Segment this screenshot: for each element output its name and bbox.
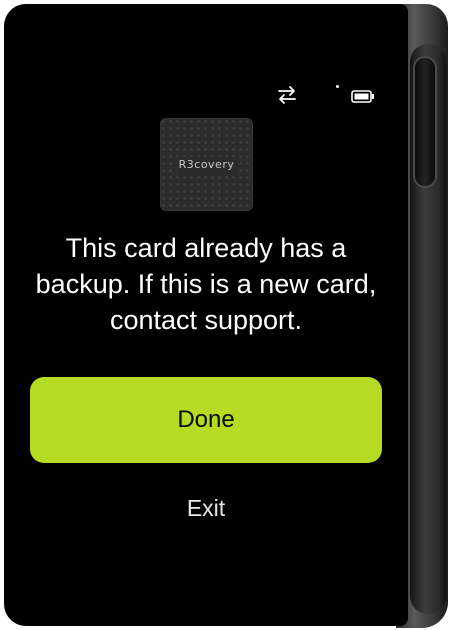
backup-exists-message: This card already has a backup. If this … [35, 233, 377, 335]
status-bar [4, 82, 408, 112]
transfer-arrows-icon [276, 84, 298, 106]
side-button[interactable] [413, 56, 437, 188]
done-button[interactable]: Done [30, 377, 382, 463]
signal-dot-icon [336, 85, 339, 88]
device-screen: R3covery This card already has a backup.… [4, 4, 408, 626]
card-logo-text: R3covery [176, 157, 237, 172]
card-logo: R3covery [160, 118, 253, 211]
battery-icon [351, 90, 375, 103]
device: R3covery This card already has a backup.… [0, 0, 450, 630]
exit-button[interactable]: Exit [156, 488, 256, 528]
